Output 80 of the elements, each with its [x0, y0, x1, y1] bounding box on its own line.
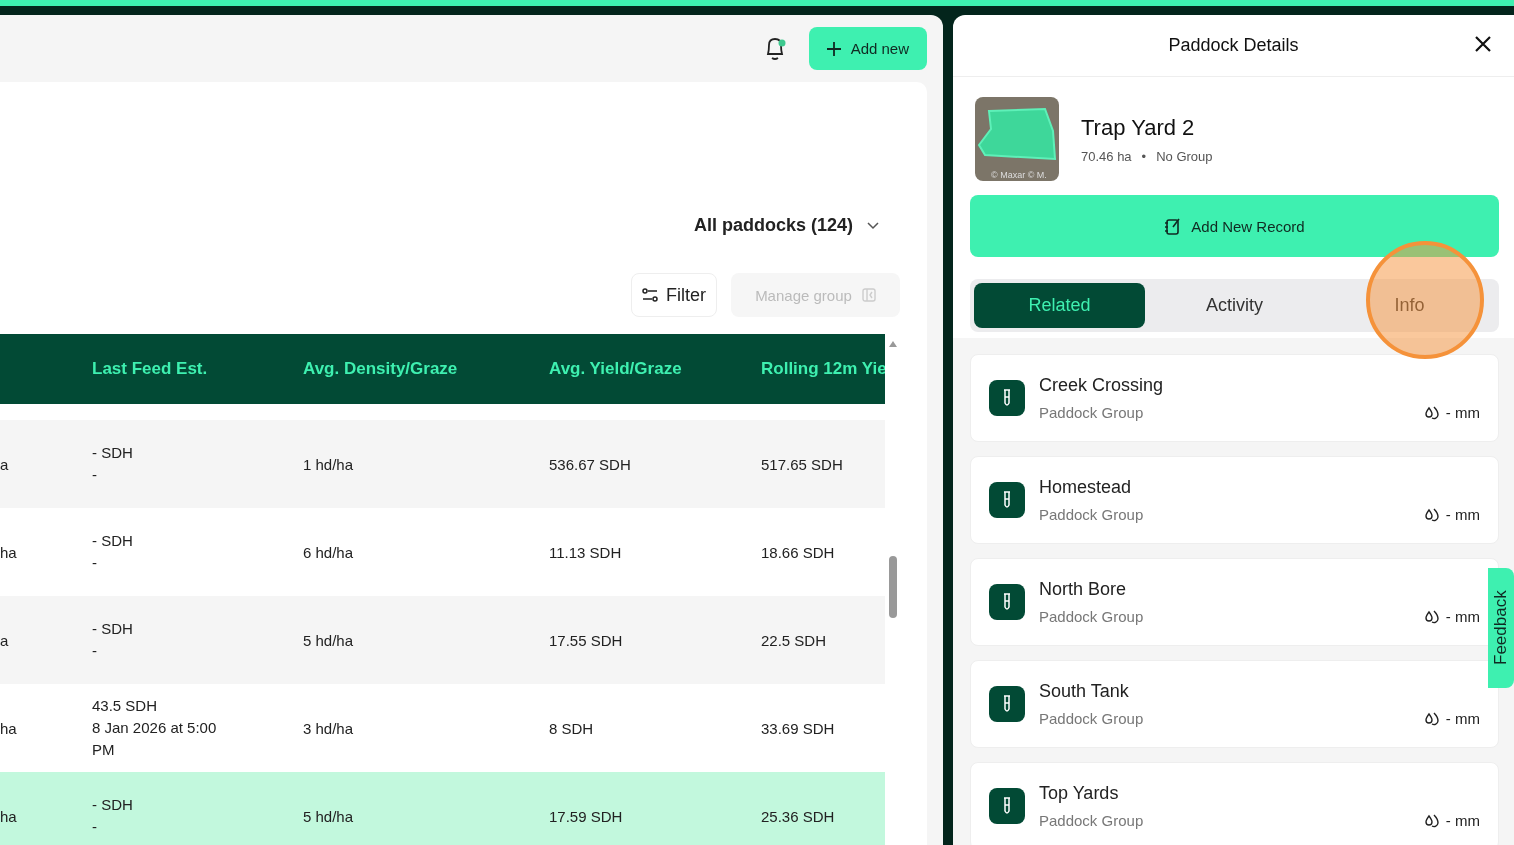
table-cell-text: a: [0, 631, 10, 649]
group-name: Homestead: [1039, 477, 1133, 498]
test-tube-icon: [1003, 593, 1011, 611]
sliders-icon: [642, 288, 658, 302]
table-cell-text: ha: [0, 543, 18, 561]
table-cell-text: 17.55 SDH: [549, 631, 624, 649]
test-tube-icon: [1003, 695, 1011, 713]
table-cell-text: 17.59 SDH: [549, 807, 624, 825]
test-tube-icon: [1003, 389, 1011, 407]
separator-dot: •: [1141, 148, 1147, 164]
table-row[interactable]: ha - SDH - 5 hd/ha 17.59 SDH 25.36 SDH: [0, 772, 885, 845]
rainfall-value: - mm: [1445, 404, 1480, 421]
column-header[interactable]: Last Feed Est.: [92, 359, 303, 379]
raindrop-icon: [1423, 506, 1440, 523]
test-tube-icon: [1003, 491, 1011, 509]
raindrop-icon: [1423, 404, 1440, 421]
column-header[interactable]: Avg. Density/Graze: [303, 359, 549, 379]
table-cell-text: 5 hd/ha: [303, 807, 355, 825]
tab[interactable]: Activity: [1149, 283, 1320, 328]
related-card[interactable]: Top Yards Paddock Group - mm: [970, 762, 1499, 845]
table-row[interactable]: a - SDH - 5 hd/ha 17.55 SDH 22.5 SDH: [0, 596, 885, 684]
group-type: Paddock Group: [1039, 812, 1145, 829]
table-cell-text: 517.65 SDH: [761, 455, 844, 473]
notebook-edit-icon: [1164, 217, 1182, 235]
table-cell-text: 536.67 SDH: [549, 455, 632, 473]
group-type: Paddock Group: [1039, 404, 1145, 421]
add-new-button[interactable]: Add new: [808, 27, 927, 70]
group-name: Creek Crossing: [1039, 375, 1165, 396]
filter-button[interactable]: Filter: [631, 273, 717, 317]
rainfall-value: - mm: [1445, 506, 1480, 523]
group-name: South Tank: [1039, 681, 1130, 702]
add-record-button[interactable]: Add New Record: [970, 195, 1499, 257]
group-name: North Bore: [1039, 579, 1128, 600]
table-cell-text: 33.69 SDH: [761, 719, 836, 737]
column-header[interactable]: Avg. Yield/Graze: [549, 359, 761, 379]
table-cell-text: 8 SDH: [549, 719, 595, 737]
table-cell-text: 6 hd/ha: [303, 543, 355, 561]
group-type: Paddock Group: [1039, 608, 1145, 625]
feedback-tab[interactable]: Feedback: [1488, 568, 1514, 688]
test-tube-icon: [1003, 797, 1011, 815]
table-cell-text: ha: [0, 807, 18, 825]
table-row[interactable]: a - SDH - 1 hd/ha 536.67 SDH 517.65 SDH: [0, 420, 885, 508]
group-type: Paddock Group: [1039, 506, 1145, 523]
paddock-name: Trap Yard 2: [1081, 114, 1196, 141]
rainfall-value: - mm: [1445, 608, 1480, 625]
paddock-area: 70.46 ha: [1081, 148, 1132, 164]
scroll-up-icon[interactable]: [888, 340, 898, 348]
panel-icon: [861, 288, 876, 302]
chevron-down-icon[interactable]: [867, 221, 879, 230]
rainfall-value: - mm: [1445, 710, 1480, 727]
panel-title: Paddock Details: [1168, 35, 1299, 56]
table-cell-text: 22.5 SDH: [761, 631, 828, 649]
table-cell-text: 5 hd/ha: [303, 631, 355, 649]
map-credit: © Maxar © M.: [991, 170, 1047, 180]
table-cell-text: ha: [0, 719, 18, 737]
raindrop-icon: [1423, 608, 1440, 625]
group-name: Top Yards: [1039, 783, 1120, 804]
plus-icon: [826, 41, 841, 56]
related-card[interactable]: Creek Crossing Paddock Group - mm: [970, 354, 1499, 442]
raindrop-icon: [1423, 812, 1440, 829]
table-cell-text: a: [0, 455, 10, 473]
raindrop-icon: [1423, 710, 1440, 727]
table-cell-text: 3 hd/ha: [303, 719, 355, 737]
table-cell-text: 11.13 SDH: [549, 543, 623, 561]
rainfall-value: - mm: [1445, 812, 1480, 829]
scrollbar-thumb[interactable]: [889, 556, 897, 618]
table-cell-text: 43.5 SDH 8 Jan 2026 at 5:00 PM: [92, 696, 218, 760]
table-cell-text: 18.66 SDH: [761, 543, 836, 561]
table-cell-text: - SDH -: [92, 795, 134, 837]
group-type: Paddock Group: [1039, 710, 1145, 727]
table-cell-text: 1 hd/ha: [303, 455, 355, 473]
table-cell-text: 25.36 SDH: [761, 807, 836, 825]
paddock-selector[interactable]: All paddocks (124): [693, 215, 853, 236]
paddock-group: No Group: [1156, 148, 1213, 164]
related-card[interactable]: Homestead Paddock Group - mm: [970, 456, 1499, 544]
table-cell-text: - SDH -: [92, 531, 134, 573]
table-cell-text: - SDH -: [92, 619, 134, 661]
table-cell-text: - SDH -: [92, 443, 134, 485]
tab[interactable]: Related: [974, 283, 1145, 328]
close-icon: [1474, 35, 1492, 53]
